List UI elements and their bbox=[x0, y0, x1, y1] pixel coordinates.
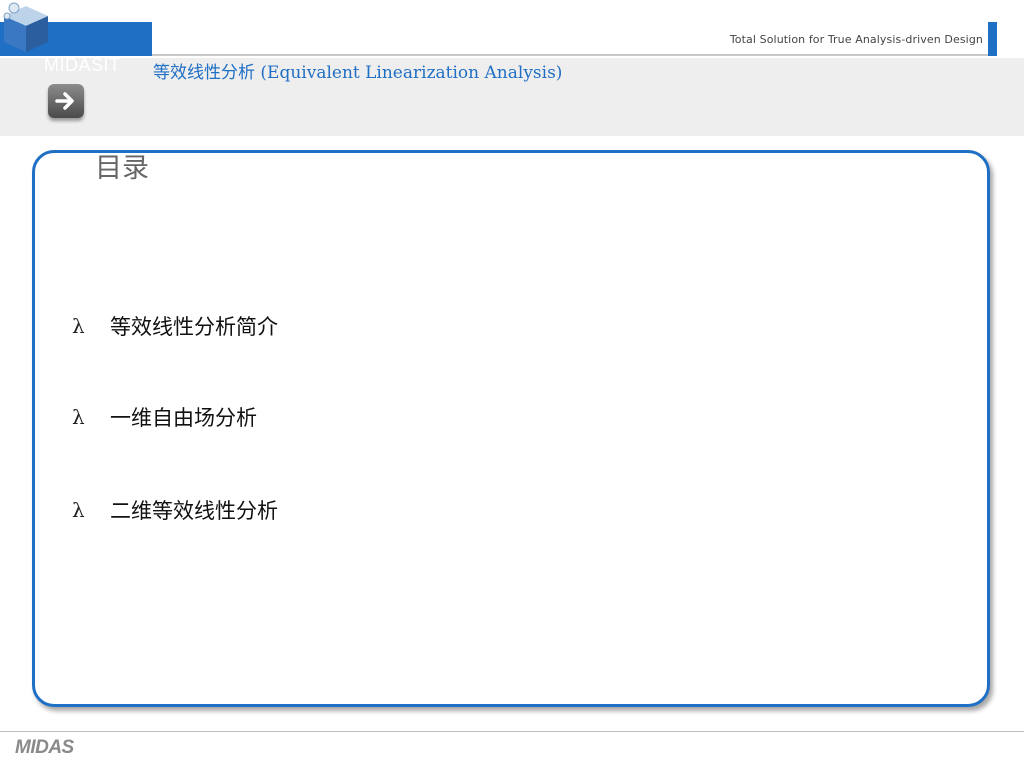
header-right-accent bbox=[988, 22, 997, 56]
toc-item: λ 一维自由场分析 bbox=[72, 402, 257, 432]
page-title: 等效线性分析 (Equivalent Linearization Analysi… bbox=[153, 63, 563, 83]
next-button[interactable] bbox=[48, 84, 84, 118]
cube-logo-icon bbox=[3, 2, 48, 52]
toc-item-label: 一维自由场分析 bbox=[110, 406, 257, 430]
header-white-strip bbox=[0, 0, 1024, 58]
header-tagline: Total Solution for True Analysis-driven … bbox=[729, 33, 983, 46]
toc-item: λ 二维等效线性分析 bbox=[72, 495, 278, 525]
toc-heading: 目录 bbox=[95, 153, 149, 184]
bullet-icon: λ bbox=[72, 405, 85, 429]
footer-logo: MIDAS bbox=[15, 737, 74, 758]
toc-item-label: 二维等效线性分析 bbox=[110, 499, 278, 523]
header-divider bbox=[152, 54, 988, 56]
bullet-icon: λ bbox=[72, 498, 85, 522]
footer-divider bbox=[0, 731, 1024, 732]
toc-item-label: 等效线性分析简介 bbox=[110, 315, 278, 339]
bullet-icon: λ bbox=[72, 314, 85, 338]
toc-item: λ 等效线性分析简介 bbox=[72, 311, 278, 341]
arrow-right-icon bbox=[55, 92, 74, 110]
brand-watermark: MIDASIT bbox=[44, 55, 121, 75]
